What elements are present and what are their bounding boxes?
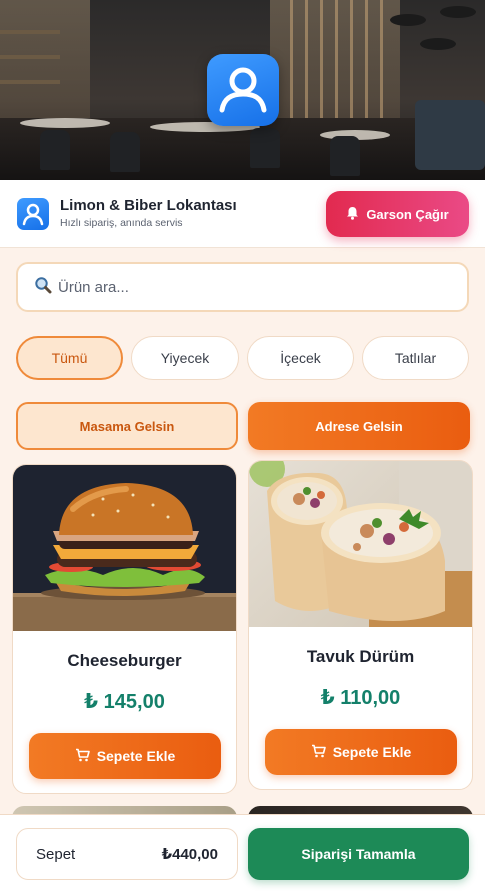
cart-summary[interactable]: Sepet ₺440,00	[16, 828, 238, 880]
bell-icon	[346, 206, 359, 223]
cart-label: Sepet	[36, 845, 76, 863]
user-icon	[219, 67, 267, 113]
restaurant-tagline: Hızlı sipariş, anında servis	[60, 217, 183, 229]
restaurant-logo	[17, 198, 49, 230]
cart-icon	[75, 748, 90, 765]
deliver-to-address-button[interactable]: Adrese Gelsin	[248, 402, 470, 450]
burger-photo	[13, 465, 236, 631]
search-input[interactable]	[58, 278, 438, 296]
add-to-cart-button[interactable]: Sepete Ekle	[29, 733, 221, 779]
search-icon	[34, 276, 52, 299]
hero-restaurant-photo	[0, 0, 485, 180]
search-box[interactable]	[16, 262, 469, 312]
add-to-cart-label: Sepete Ekle	[332, 744, 412, 760]
user-icon	[22, 203, 44, 226]
category-tab-desserts[interactable]: Tatlılar	[362, 336, 469, 380]
wrap-photo	[249, 461, 472, 627]
category-tab-all[interactable]: Tümü	[16, 336, 123, 380]
product-price: ₺ 110,00	[320, 687, 401, 709]
product-card: Cheeseburger ₺ 145,00 Sepete Ekle	[12, 464, 237, 794]
deliver-to-table-button[interactable]: Masama Gelsin	[16, 402, 238, 450]
add-to-cart-label: Sepete Ekle	[96, 748, 176, 764]
add-to-cart-button[interactable]: Sepete Ekle	[265, 729, 457, 775]
restaurant-header: Limon & Biber Lokantası Hızlı sipariş, a…	[0, 180, 485, 248]
product-name: Cheeseburger	[67, 651, 182, 670]
call-waiter-label: Garson Çağır	[366, 206, 449, 222]
product-card: Tavuk Dürüm ₺ 110,00 Sepete Ekle	[248, 460, 473, 790]
restaurant-name: Limon & Biber Lokantası	[60, 197, 237, 214]
cart-bar: Sepet ₺440,00 Siparişi Tamamla	[0, 814, 485, 891]
product-price: ₺ 145,00	[84, 691, 165, 713]
checkout-button[interactable]: Siparişi Tamamla	[248, 828, 469, 880]
app-logo	[207, 54, 279, 126]
category-tab-food[interactable]: Yiyecek	[131, 336, 239, 380]
category-tab-drinks[interactable]: İçecek	[247, 336, 354, 380]
cart-icon	[311, 744, 326, 761]
product-name: Tavuk Dürüm	[306, 647, 415, 666]
call-waiter-button[interactable]: Garson Çağır	[326, 191, 469, 237]
cart-total: ₺440,00	[161, 846, 218, 863]
